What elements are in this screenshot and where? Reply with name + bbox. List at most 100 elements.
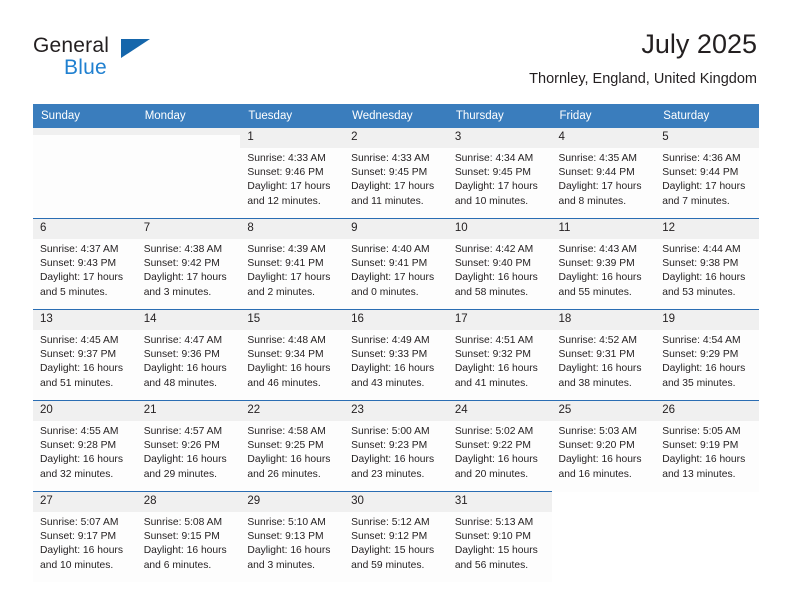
calendar-cell-day[interactable]: 24 Sunrise: 5:02 AM Sunset: 9:22 PM Dayligh… (447, 400, 552, 492)
day-number (552, 492, 656, 499)
calendar-cell-day[interactable]: 7 Sunrise: 4:38 AM Sunset: 9:42 PM Daylight… (136, 218, 241, 310)
calendar-cell-day[interactable]: 19 Sunrise: 4:54 AM Sunset: 9:29 PM Dayligh… (655, 309, 759, 401)
calendar-cell-empty (655, 491, 759, 582)
day-number: 16 (344, 310, 448, 330)
sunset-text: Sunset: 9:20 PM (558, 440, 635, 452)
day-details: Sunrise: 4:40 AM Sunset: 9:41 PM Daylight:… (344, 239, 448, 300)
calendar-cell-day[interactable]: 22 Sunrise: 4:58 AM Sunset: 9:25 PM Dayligh… (240, 400, 345, 492)
daylight-text: and 2 minutes. (247, 286, 315, 298)
day-number: 19 (655, 310, 759, 330)
daylight-text: and 6 minutes. (143, 559, 212, 571)
daylight-text: Daylight: 16 hours (558, 363, 642, 375)
day-number: 31 (447, 492, 552, 512)
sunset-text: Sunset: 9:23 PM (351, 440, 428, 452)
day-number: 23 (344, 401, 448, 421)
daylight-text: and 32 minutes. (40, 468, 114, 480)
sunrise-text: Sunrise: 4:33 AM (247, 153, 326, 164)
weekday-header-thursday: Thursday (447, 104, 552, 128)
daylight-text: and 10 minutes. (40, 559, 114, 571)
daylight-text: Daylight: 16 hours (247, 363, 331, 375)
day-number: 5 (655, 128, 759, 148)
daylight-text: and 48 minutes. (143, 377, 217, 389)
calendar-cell-day[interactable]: 31 Sunrise: 5:13 AM Sunset: 9:10 PM Dayligh… (447, 491, 552, 582)
weekday-header-sunday: Sunday (33, 104, 137, 128)
page-header: General Blue July 2025 Thornley, England… (33, 28, 757, 98)
day-details: Sunrise: 4:33 AM Sunset: 9:46 PM Daylight:… (240, 148, 344, 209)
triangle-icon (121, 39, 150, 58)
day-number: 30 (344, 492, 448, 512)
sunset-text: Sunset: 9:28 PM (40, 440, 117, 452)
calendar-week-row: 13 Sunrise: 4:45 AM Sunset: 9:37 PM Dayligh… (33, 309, 759, 401)
calendar-cell-day[interactable]: 29 Sunrise: 5:10 AM Sunset: 9:13 PM Dayligh… (240, 491, 345, 582)
sunset-text: Sunset: 9:39 PM (558, 258, 635, 270)
calendar-cell-day[interactable]: 14 Sunrise: 4:47 AM Sunset: 9:36 PM Dayligh… (136, 309, 241, 401)
page-title: July 2025 (641, 29, 757, 59)
daylight-text: and 11 minutes. (351, 195, 424, 207)
day-details: Sunrise: 4:35 AM Sunset: 9:44 PM Daylight:… (552, 148, 656, 209)
daylight-text: Daylight: 16 hours (40, 454, 123, 466)
calendar-cell-day[interactable]: 30 Sunrise: 5:12 AM Sunset: 9:12 PM Dayligh… (344, 491, 448, 582)
daylight-text: Daylight: 16 hours (454, 363, 538, 375)
calendar-cell-day[interactable]: 10 Sunrise: 4:42 AM Sunset: 9:40 PM Dayligh… (447, 218, 552, 310)
sunset-text: Sunset: 9:36 PM (143, 349, 220, 361)
calendar-cell-day[interactable]: 13 Sunrise: 4:45 AM Sunset: 9:37 PM Dayligh… (33, 309, 137, 401)
sunset-text: Sunset: 9:19 PM (662, 440, 739, 452)
logo-text-general: General (33, 34, 110, 57)
calendar-cell-day[interactable]: 12 Sunrise: 4:44 AM Sunset: 9:38 PM Dayligh… (655, 218, 759, 310)
calendar-table: Sunday Monday Tuesday Wednesday Thursday… (33, 104, 759, 582)
daylight-text: Daylight: 17 hours (143, 272, 227, 284)
calendar-cell-day[interactable]: 15 Sunrise: 4:48 AM Sunset: 9:34 PM Dayligh… (240, 309, 345, 401)
calendar-cell-day[interactable]: 16 Sunrise: 4:49 AM Sunset: 9:33 PM Dayligh… (344, 309, 448, 401)
calendar-cell-day[interactable]: 4 Sunrise: 4:35 AM Sunset: 9:44 PM Daylight… (551, 128, 656, 219)
sunset-text: Sunset: 9:12 PM (351, 531, 428, 543)
calendar-cell-day[interactable]: 20 Sunrise: 4:55 AM Sunset: 9:28 PM Dayligh… (33, 400, 137, 492)
calendar-cell-day[interactable]: 21 Sunrise: 4:57 AM Sunset: 9:26 PM Dayligh… (136, 400, 241, 492)
daylight-text: and 5 minutes. (40, 286, 108, 298)
sunset-text: Sunset: 9:17 PM (40, 531, 117, 543)
calendar-cell-day[interactable]: 11 Sunrise: 4:43 AM Sunset: 9:39 PM Dayligh… (551, 218, 656, 310)
day-number: 26 (655, 401, 759, 421)
calendar-cell-day[interactable]: 1 Sunrise: 4:33 AM Sunset: 9:46 PM Daylight… (240, 128, 345, 219)
logo-text-blue: Blue (64, 56, 107, 79)
calendar-cell-day[interactable]: 8 Sunrise: 4:39 AM Sunset: 9:41 PM Daylight… (240, 218, 345, 310)
title-block: July 2025 Thornley, England, United King… (529, 28, 757, 89)
calendar-cell-day[interactable]: 25 Sunrise: 5:03 AM Sunset: 9:20 PM Dayligh… (551, 400, 656, 492)
daylight-text: Daylight: 16 hours (662, 363, 746, 375)
day-details: Sunrise: 4:44 AM Sunset: 9:38 PM Daylight:… (655, 239, 759, 300)
daylight-text: Daylight: 17 hours (558, 181, 642, 193)
day-number (655, 492, 759, 499)
calendar-cell-day[interactable]: 9 Sunrise: 4:40 AM Sunset: 9:41 PM Daylight… (344, 218, 448, 310)
daylight-text: and 7 minutes. (662, 195, 730, 207)
daylight-text: Daylight: 15 hours (454, 545, 538, 557)
daylight-text: and 16 minutes. (558, 468, 632, 480)
calendar-cell-day[interactable]: 3 Sunrise: 4:34 AM Sunset: 9:45 PM Daylight… (447, 128, 552, 219)
sunrise-text: Sunrise: 4:47 AM (143, 335, 223, 346)
calendar-cell-day[interactable]: 26 Sunrise: 5:05 AM Sunset: 9:19 PM Dayligh… (655, 400, 759, 492)
daylight-text: and 8 minutes. (558, 195, 627, 207)
daylight-text: Daylight: 17 hours (351, 272, 435, 284)
day-number: 18 (551, 310, 656, 330)
sunrise-text: Sunrise: 4:38 AM (143, 244, 223, 255)
weekday-header-tuesday: Tuesday (240, 104, 345, 128)
calendar-cell-day[interactable]: 18 Sunrise: 4:52 AM Sunset: 9:31 PM Dayligh… (551, 309, 656, 401)
day-number: 9 (344, 219, 448, 239)
day-details: Sunrise: 4:33 AM Sunset: 9:45 PM Daylight:… (344, 148, 448, 209)
daylight-text: and 23 minutes. (351, 468, 425, 480)
calendar-cell-day[interactable]: 23 Sunrise: 5:00 AM Sunset: 9:23 PM Dayligh… (344, 400, 448, 492)
weekday-header-saturday: Saturday (655, 104, 759, 128)
sunrise-text: Sunrise: 5:10 AM (247, 517, 326, 528)
sunrise-text: Sunrise: 5:05 AM (662, 426, 741, 437)
general-blue-logo[interactable]: General Blue (33, 34, 163, 84)
day-details: Sunrise: 4:39 AM Sunset: 9:41 PM Daylight:… (240, 239, 344, 300)
calendar-cell-day[interactable]: 17 Sunrise: 4:51 AM Sunset: 9:32 PM Dayligh… (447, 309, 552, 401)
calendar-cell-day[interactable]: 5 Sunrise: 4:36 AM Sunset: 9:44 PM Daylight… (655, 128, 759, 219)
calendar-cell-day[interactable]: 6 Sunrise: 4:37 AM Sunset: 9:43 PM Daylight… (33, 218, 137, 310)
day-number: 8 (240, 219, 345, 239)
daylight-text: and 56 minutes. (454, 559, 529, 571)
day-number: 15 (240, 310, 345, 330)
calendar-cell-day[interactable]: 28 Sunrise: 5:08 AM Sunset: 9:15 PM Dayligh… (136, 491, 241, 582)
day-number: 27 (33, 492, 137, 512)
sunset-text: Sunset: 9:41 PM (247, 258, 324, 270)
calendar-cell-day[interactable]: 27 Sunrise: 5:07 AM Sunset: 9:17 PM Dayligh… (33, 491, 137, 582)
calendar-cell-day[interactable]: 2 Sunrise: 4:33 AM Sunset: 9:45 PM Daylight… (344, 128, 448, 219)
